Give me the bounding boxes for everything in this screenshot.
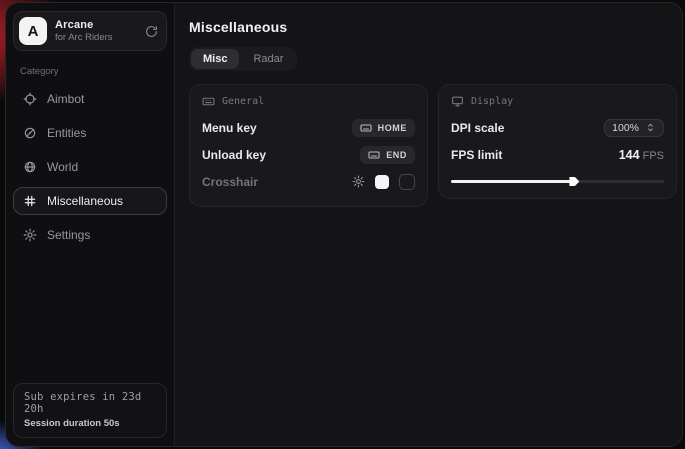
fps-limit-unit: FPS [643,150,664,162]
menu-key-row: Menu key HOME [202,115,415,140]
keyboard-icon [360,122,372,134]
chevrons-up-down-icon [645,122,656,133]
sidebar-item-aimbot[interactable]: Aimbot [13,85,167,113]
grid-icon [23,194,37,208]
monitor-icon [451,95,464,108]
main-content: Miscellaneous Misc Radar General Menu ke… [175,3,683,446]
dpi-scale-row: DPI scale 100% [451,115,664,140]
category-label: Category [20,66,160,77]
sidebar-item-label: World [47,160,78,174]
menu-key-value: HOME [378,123,407,133]
unload-key-button[interactable]: END [360,146,415,164]
sidebar-item-label: Entities [47,126,86,140]
tab-bar: Misc Radar [189,47,297,71]
crosshair-icon [23,92,37,106]
fps-slider[interactable] [451,176,664,186]
fps-limit-label: FPS limit [451,148,502,162]
globe-icon [23,160,37,174]
menu-key-button[interactable]: HOME [352,119,415,137]
app-subtitle: for Arc Riders [55,32,113,43]
entities-icon [23,126,37,140]
sidebar-item-label: Aimbot [47,92,84,106]
keyboard-icon [202,95,215,108]
crosshair-label: Crosshair [202,175,258,189]
dpi-scale-select[interactable]: 100% [604,119,664,137]
sidebar-item-miscellaneous[interactable]: Miscellaneous [13,187,167,215]
menu-key-label: Menu key [202,121,257,135]
keyboard-icon [368,149,380,161]
fps-slider-thumb[interactable] [569,177,579,186]
crosshair-row: Crosshair [202,169,415,194]
sidebar-item-settings[interactable]: Settings [13,221,167,249]
app-title: Arcane [55,19,113,31]
crosshair-color-swatch[interactable] [375,175,389,189]
fps-slider-fill [451,180,572,183]
general-panel: General Menu key HOME Unload key [189,84,428,207]
sidebar-item-entities[interactable]: Entities [13,119,167,147]
display-panel: Display DPI scale 100% FPS limit [438,84,677,199]
sidebar: A Arcane for Arc Riders Category Aimbot [6,3,175,446]
brand-card: A Arcane for Arc Riders [13,11,167,51]
gear-icon [23,228,37,242]
sidebar-item-world[interactable]: World [13,153,167,181]
app-logo: A [19,17,47,45]
tab-radar[interactable]: Radar [241,49,295,69]
fps-limit-row: FPS limit 144FPS [451,142,664,167]
unload-key-label: Unload key [202,148,266,162]
session-duration: Session duration 50s [24,418,156,429]
panel-title: Display [471,96,513,107]
crosshair-checkbox[interactable] [399,174,415,190]
panel-title: General [222,96,264,107]
app-window: A Arcane for Arc Riders Category Aimbot [5,2,683,447]
fps-limit-value: 144 [619,148,640,162]
subscription-expiry: Sub expires in 23d 20h [24,391,156,415]
unload-key-row: Unload key END [202,142,415,167]
crosshair-settings-gear-icon[interactable] [352,175,365,188]
tab-misc[interactable]: Misc [191,49,239,69]
dpi-scale-value: 100% [612,122,639,134]
page-title: Miscellaneous [189,19,677,35]
subscription-card: Sub expires in 23d 20h Session duration … [13,383,167,438]
refresh-icon[interactable] [145,25,158,38]
dpi-scale-label: DPI scale [451,121,504,135]
sidebar-item-label: Settings [47,228,90,242]
sidebar-item-label: Miscellaneous [47,194,123,208]
unload-key-value: END [386,150,407,160]
